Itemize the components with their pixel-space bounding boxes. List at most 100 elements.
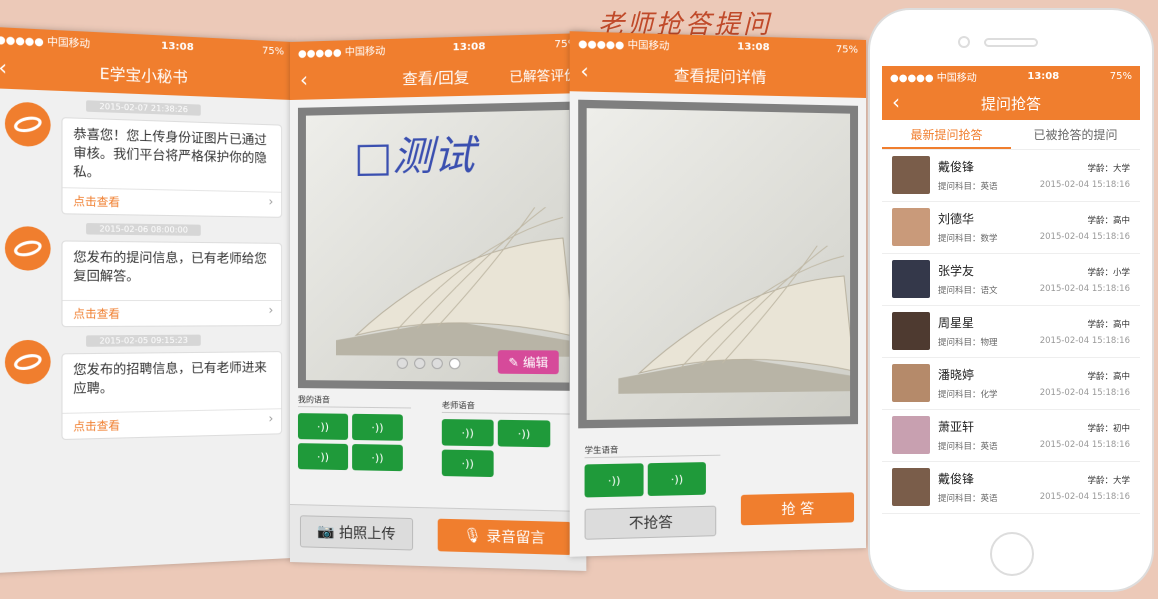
list-item[interactable]: 周星星 提问科目：物理 学龄：高中 2015-02-04 15:18:16 (882, 306, 1140, 358)
post-date: 2015-02-04 15:18:16 (1040, 388, 1130, 398)
edit-button[interactable]: ✎ 编辑 (498, 350, 559, 374)
rate-answer-button[interactable]: 已解答评价 (509, 64, 578, 85)
student-name: 萧亚轩 (938, 418, 974, 435)
logo-avatar-icon (5, 340, 51, 385)
list-item[interactable]: 张学友 提问科目：语文 学龄：小学 2015-02-04 15:18:16 (882, 254, 1140, 306)
post-date: 2015-02-04 15:18:16 (1040, 440, 1130, 450)
nav-bar: ‹ 查看/回复 已解答评价 (290, 54, 586, 100)
post-date: 2015-02-04 15:18:16 (1040, 492, 1130, 502)
student-name: 戴俊锋 (938, 470, 974, 487)
book-illustration (618, 245, 850, 399)
voice-play-button[interactable]: ·)) (498, 420, 550, 447)
logo-avatar-icon (5, 101, 51, 147)
back-icon[interactable]: ‹ (0, 55, 7, 81)
page-title: 查看/回复 (402, 66, 469, 89)
list-item[interactable]: 戴俊锋提问科目：英语 学龄：大学 2015-02-04 15:18:16 (882, 150, 1140, 202)
student-name: 周星星 (938, 314, 974, 331)
student-name: 戴俊锋 (938, 158, 974, 175)
level-label: 学龄：大学 (1087, 162, 1130, 174)
post-date: 2015-02-04 15:18:16 (1040, 284, 1130, 294)
view-link-label: 点击查看 (73, 419, 120, 434)
message-timestamp: 2015-02-06 08:00:00 (86, 223, 201, 236)
book-photo: □测试 ✎ 编辑 (306, 110, 569, 383)
clock: 13:08 (453, 41, 486, 53)
microphone-icon: 🎙 (463, 527, 481, 544)
list-item[interactable]: 刘德华 提问科目：数学 学龄：高中 2015-02-04 15:18:16 (882, 202, 1140, 254)
carrier-label: ●●●●● 中国移动 (578, 34, 669, 52)
subject-label: 提问科目：英语 (938, 492, 998, 504)
voice-play-button[interactable]: ·)) (298, 413, 348, 440)
view-link[interactable]: 点击查看 › (63, 408, 282, 439)
speaker-grille (984, 38, 1038, 47)
voice-play-button[interactable]: ·)) (352, 414, 403, 441)
nav-bar: ‹ 提问抢答 (882, 86, 1140, 120)
view-link[interactable]: 点击查看 › (63, 187, 282, 217)
subject-label: 提问科目：数学 (938, 232, 998, 244)
carrier-label: ●●●●● 中国移动 (298, 42, 385, 60)
page-title: 提问抢答 (981, 93, 1041, 114)
image-viewer: □测试 ✎ 编辑 (298, 101, 578, 390)
voice-play-button[interactable]: ·)) (352, 444, 403, 471)
back-icon[interactable]: ‹ (580, 58, 588, 83)
voice-play-button[interactable]: ·)) (585, 463, 644, 497)
student-voice-label: 学生语音 (585, 442, 721, 458)
student-voice-group: 学生语音 ·)) ·)) (585, 442, 721, 499)
battery-label: 75% (836, 44, 858, 56)
view-link-label: 点击查看 (73, 307, 120, 321)
phone-question-detail-screen: ●●●●● 中国移动 13:08 75% ‹ 查看提问详情 学生语音 ·)) ·)… (570, 31, 866, 557)
photo-upload-button[interactable]: 📷 拍照上传 (300, 515, 413, 550)
view-link[interactable]: 点击查看 › (63, 300, 282, 326)
post-date: 2015-02-04 15:18:16 (1040, 336, 1130, 346)
tab-new-questions[interactable]: 最新提问抢答 (882, 120, 1011, 149)
grab-answer-button[interactable]: 抢 答 (741, 492, 854, 525)
student-name: 刘德华 (938, 210, 974, 227)
home-button[interactable] (990, 532, 1034, 576)
edit-label: 编辑 (523, 355, 548, 370)
voice-play-button[interactable]: ·)) (298, 443, 348, 470)
back-icon[interactable]: ‹ (892, 90, 900, 114)
subject-label: 提问科目：英语 (938, 440, 998, 452)
status-bar: ●●●●● 中国移动 13:08 75% (882, 66, 1140, 86)
message-timestamp: 2015-02-07 21:38:26 (86, 100, 201, 116)
message-item: 2015-02-07 21:38:26 恭喜您！您上传身份证图片已通过审核。我们… (0, 97, 282, 218)
decline-button[interactable]: 不抢答 (585, 506, 717, 540)
post-date: 2015-02-04 15:18:16 (1040, 232, 1130, 242)
question-list: 戴俊锋 提问科目：英语 学龄：大学 2015-02-04 15:18:16 刘德华 提问科… (882, 150, 1140, 514)
voice-play-button[interactable]: ·)) (648, 462, 706, 496)
chevron-right-icon: › (268, 195, 273, 209)
back-icon[interactable]: ‹ (300, 68, 308, 92)
subject-label: 提问科目：化学 (938, 388, 998, 400)
message-text: 恭喜您！您上传身份证图片已通过审核。我们平台将严格保护你的隐私。 (63, 118, 282, 192)
voice-play-button[interactable]: ·)) (442, 419, 494, 446)
phone-grab-list-screen: ●●●●● 中国移动 13:08 75% ‹ 提问抢答 最新提问抢答 已被抢答的… (882, 66, 1140, 522)
message-text: 您发布的招聘信息，已有老师进来应聘。 (63, 352, 282, 413)
level-label: 学龄：初中 (1087, 422, 1130, 434)
list-item[interactable]: 戴俊锋 提问科目：英语 学龄：大学 2015-02-04 15:18:16 (882, 462, 1140, 514)
teacher-voice-group: 老师语音 ·)) ·))·)) (442, 400, 576, 481)
tab-taken-questions[interactable]: 已被抢答的提问 (1011, 120, 1140, 149)
battery-label: 75% (262, 45, 284, 57)
battery-label: 75% (1110, 71, 1132, 82)
subject-label: 提问科目：英语 (938, 180, 998, 192)
record-button[interactable]: 🎙 录音留言 (438, 519, 572, 555)
page-title: E学宝小秘书 (100, 62, 188, 87)
list-item[interactable]: 萧亚轩提问科目：英语 学龄：初中 2015-02-04 15:18:16 (882, 410, 1140, 462)
list-item[interactable]: 潘晓婷 提问科目：化学 学龄：高中 2015-02-04 15:18:16 (882, 358, 1140, 410)
bottom-toolbar: 📷 拍照上传 🎙 录音留言 (290, 504, 586, 571)
avatar (892, 468, 930, 506)
message-item: 2015-02-06 08:00:00 您发布的提问信息，已有老师给您复回解答。… (0, 222, 282, 328)
phone-view-reply-screen: ●●●●● 中国移动 13:08 75% ‹ 查看/回复 已解答评价 □测试 ✎… (290, 33, 586, 571)
message-bubble: 恭喜您！您上传身份证图片已通过审核。我们平台将严格保护你的隐私。 点击查看 › (61, 117, 282, 218)
my-voice-group: 我的语音 ·)) ·))·)) ·)) (298, 394, 411, 473)
message-timestamp: 2015-02-05 09:15:23 (86, 335, 201, 347)
student-name: 潘晓婷 (938, 366, 974, 383)
page-indicator[interactable] (397, 358, 461, 370)
message-item: 2015-02-05 09:15:23 您发布的招聘信息，已有老师进来应聘。 点… (0, 334, 282, 442)
pencil-icon: ✎ (508, 355, 519, 369)
book-illustration (336, 207, 569, 362)
message-list: 2015-02-07 21:38:26 恭喜您！您上传身份证图片已通过审核。我们… (0, 97, 292, 442)
voice-play-button[interactable]: ·)) (442, 450, 494, 477)
clock: 13:08 (1027, 71, 1059, 82)
avatar (892, 364, 930, 402)
post-date: 2015-02-04 15:18:16 (1040, 180, 1130, 190)
